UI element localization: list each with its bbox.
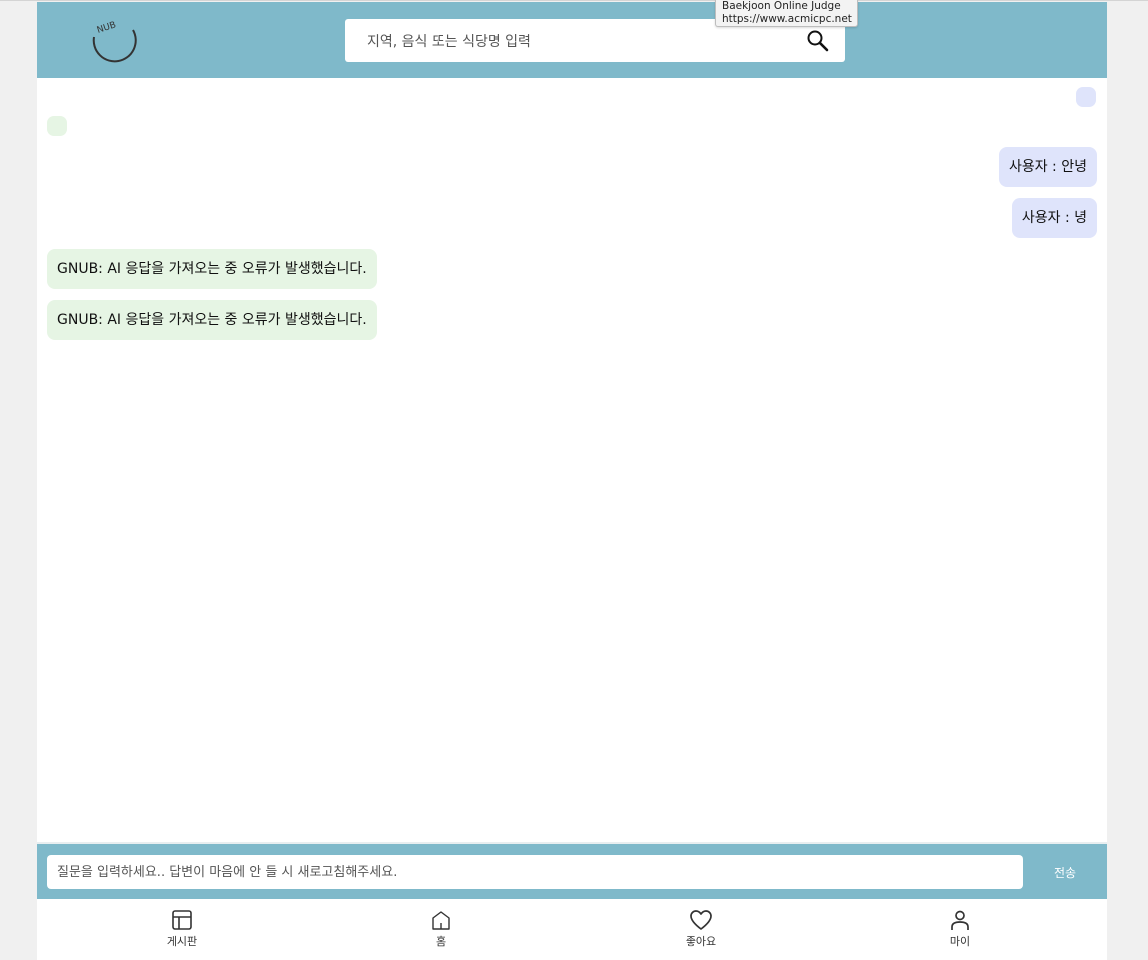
bot-message: GNUB: AI 응답을 가져오는 중 오류가 발생했습니다. [47,300,377,340]
logo[interactable]: NUB [89,20,139,64]
user-avatar-dot [1076,87,1096,107]
nav-item-my[interactable]: 마이 [920,909,1000,955]
question-bar: 전송 [37,842,1107,899]
bottom-nav: 게시판 홈 좋아요 마이 [37,899,1107,960]
chat-area: 사용자 : 안녕 사용자 : 녕 GNUB: AI 응답을 가져오는 중 오류가… [37,78,1107,842]
person-icon [951,910,969,930]
bot-message: GNUB: AI 응답을 가져오는 중 오류가 발생했습니다. [47,249,377,289]
question-input[interactable] [47,855,1023,889]
nav-label: 게시판 [166,935,198,948]
home-icon [432,911,450,930]
bot-avatar-dot [47,116,67,136]
nav-item-board[interactable]: 게시판 [142,909,222,955]
send-button[interactable]: 전송 [1043,855,1087,889]
board-icon [172,910,192,930]
search-icon[interactable] [805,28,831,54]
nav-label: 좋아요 [685,935,717,948]
link-tooltip: Baekjoon Online Judge https://www.acmicp… [715,0,858,27]
heart-icon [690,910,712,930]
window-top-border [0,0,1148,1]
tooltip-url: https://www.acmicpc.net [722,13,852,25]
nav-item-likes[interactable]: 좋아요 [661,909,741,955]
header: NUB [37,2,1107,78]
user-message: 사용자 : 녕 [1011,198,1097,238]
app-container: NUB 사용자 : 안녕 사용자 : 녕 GNUB: AI 응답을 가져오는 중… [37,2,1107,960]
logo-text: NUB [96,20,118,36]
nav-item-home[interactable]: 홈 [401,909,481,955]
user-message: 사용자 : 안녕 [998,147,1097,187]
nav-label: 홈 [435,935,447,948]
nav-label: 마이 [949,935,971,948]
tooltip-title: Baekjoon Online Judge [722,0,841,12]
